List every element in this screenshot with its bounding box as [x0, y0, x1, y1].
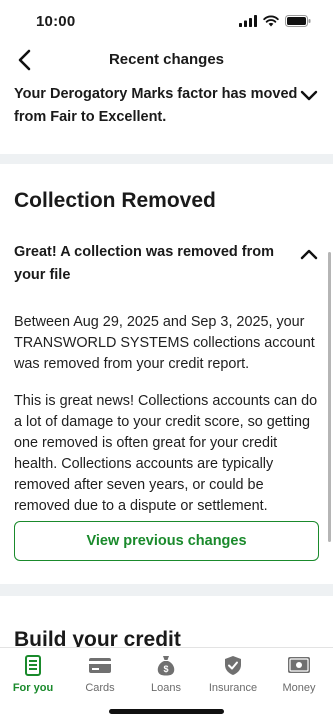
- document-icon: [21, 654, 45, 676]
- money-bag-icon: $: [154, 654, 178, 676]
- section-divider: [0, 584, 333, 596]
- wifi-icon: [263, 15, 279, 27]
- tab-for-you[interactable]: For you: [0, 654, 66, 700]
- tab-label: Loans: [151, 682, 181, 694]
- shield-check-icon: [221, 654, 245, 676]
- view-previous-changes-button[interactable]: View previous changes: [14, 521, 319, 561]
- page-title: Recent changes: [108, 51, 225, 68]
- tab-label: For you: [12, 682, 54, 694]
- chevron-up-icon[interactable]: [299, 244, 319, 264]
- tab-money[interactable]: Money: [266, 654, 332, 700]
- removal-details-text: Between Aug 29, 2025 and Sep 3, 2025, yo…: [14, 314, 315, 372]
- tab-loans[interactable]: $ Loans: [133, 654, 199, 700]
- chevron-down-icon[interactable]: [299, 86, 319, 106]
- collection-removed-card: Collection Removed Great! A collection w…: [0, 164, 333, 584]
- section-title: Collection Removed: [14, 189, 216, 212]
- nav-bar: Recent changes: [0, 44, 333, 76]
- cash-icon: [287, 654, 311, 676]
- factor-change-card[interactable]: Your Derogatory Marks factor has moved f…: [0, 76, 333, 154]
- status-bar: 10:00: [0, 0, 333, 44]
- tab-insurance[interactable]: Insurance: [200, 654, 266, 700]
- cellular-signal-icon: [239, 15, 257, 27]
- explanation-text: This is great news! Collections accounts…: [14, 393, 318, 514]
- scrollbar[interactable]: [328, 252, 331, 542]
- battery-icon: [285, 15, 311, 27]
- tab-label: Money: [282, 682, 316, 694]
- bottom-tab-bar: For you Cards $ Loans Insurance Money: [0, 647, 333, 720]
- factor-change-text: Your Derogatory Marks factor has moved f…: [14, 86, 298, 125]
- accordion-title[interactable]: Great! A collection was removed from you…: [14, 241, 279, 287]
- credit-card-icon: [88, 654, 112, 676]
- content-scroll-area[interactable]: Your Derogatory Marks factor has moved f…: [0, 76, 333, 647]
- build-credit-title: Build your credit: [14, 628, 181, 647]
- status-time: 10:00: [36, 13, 76, 30]
- tab-label: Insurance: [208, 682, 258, 694]
- section-divider: [0, 154, 333, 164]
- status-icons: [239, 15, 311, 27]
- tab-cards[interactable]: Cards: [67, 654, 133, 700]
- home-indicator: [109, 709, 224, 714]
- tab-label: Cards: [85, 682, 115, 694]
- svg-text:$: $: [163, 664, 168, 674]
